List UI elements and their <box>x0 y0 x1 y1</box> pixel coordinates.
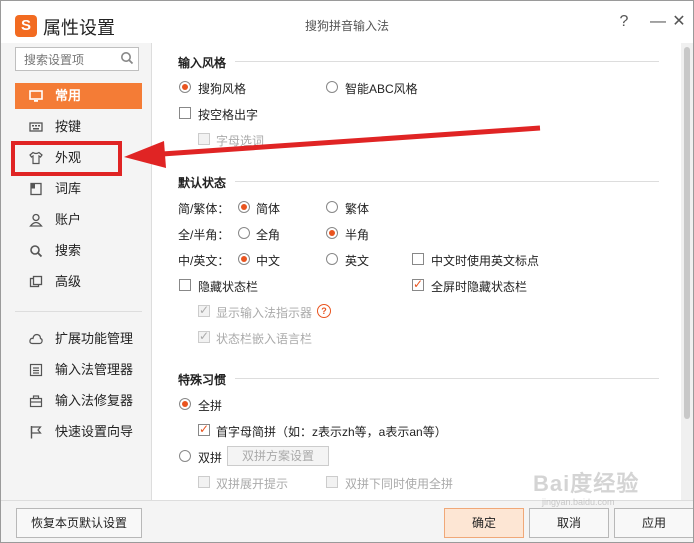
baidu-watermark: Bai度经验 <box>533 471 640 496</box>
annotation-arrow <box>124 125 541 168</box>
baidu-watermark-url: jingyan.baidu.com <box>542 497 615 507</box>
